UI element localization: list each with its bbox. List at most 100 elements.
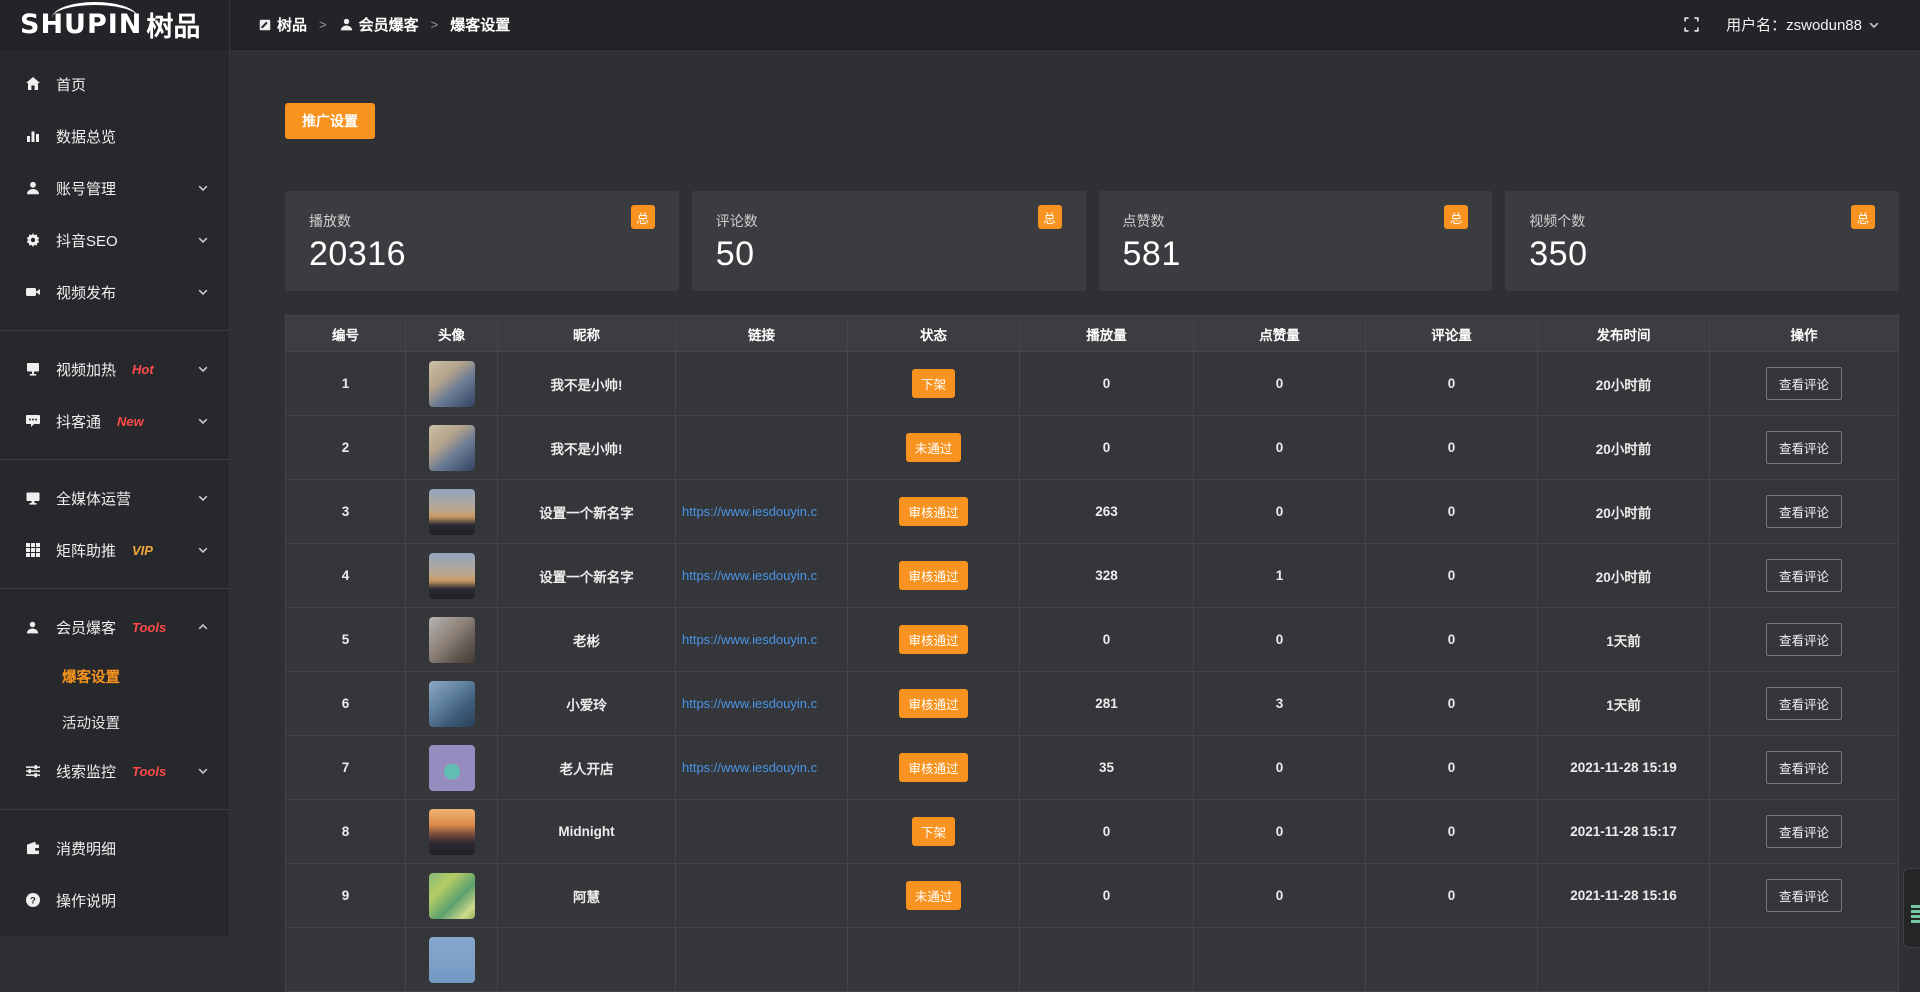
breadcrumb-item[interactable]: 爆客设置 [450, 14, 510, 35]
cell-comments: 0 [1366, 672, 1538, 736]
username-label: 用户名：zswodun88 [1726, 14, 1862, 35]
cell-comments: 0 [1366, 864, 1538, 928]
status-badge[interactable]: 下架 [912, 817, 955, 846]
cell-id: 7 [286, 736, 406, 800]
video-link[interactable]: https://www.iesdouyin.c [676, 568, 847, 583]
cell-status: 审核通过 [848, 672, 1020, 736]
status-badge[interactable]: 未通过 [906, 433, 962, 462]
cell-avatar [406, 416, 498, 480]
cell-likes: 0 [1194, 416, 1366, 480]
cell-action: 查看评论 [1710, 480, 1899, 544]
stat-card-value: 50 [716, 235, 1062, 274]
sidebar-item-会员爆客[interactable]: 会员爆客Tools [0, 601, 229, 653]
chevron-down-icon [197, 234, 209, 246]
cell-plays [1020, 928, 1194, 992]
view-comments-button[interactable]: 查看评论 [1766, 559, 1842, 592]
sidebar: 首页数据总览账号管理抖音SEO视频发布视频加热Hot抖客通New全媒体运营矩阵助… [0, 50, 230, 936]
promo-settings-button[interactable]: 推广设置 [285, 103, 375, 139]
status-badge[interactable]: 审核通过 [899, 497, 967, 526]
cell-time: 2021-11-28 15:17 [1538, 800, 1710, 864]
chat-icon [24, 413, 41, 429]
cell-nickname: 老人开店 [498, 736, 676, 800]
sidebar-item-矩阵助推[interactable]: 矩阵助推VIP [0, 524, 229, 576]
status-badge[interactable]: 下架 [912, 369, 955, 398]
cell-time: 2021-11-28 15:19 [1538, 736, 1710, 800]
status-badge[interactable]: 审核通过 [899, 689, 967, 718]
sidebar-divider [0, 809, 229, 810]
chevron-down-icon [197, 363, 209, 375]
sidebar-item-数据总览[interactable]: 数据总览 [0, 110, 229, 162]
sidebar-item-操作说明[interactable]: ? 操作说明 [0, 874, 229, 926]
sidebar-item-视频发布[interactable]: 视频发布 [0, 266, 229, 318]
sidebar-item-抖客通[interactable]: 抖客通New [0, 395, 229, 447]
cell-id: 5 [286, 608, 406, 672]
sidebar-item-label: 抖客通 [56, 411, 101, 432]
cell-likes: 0 [1194, 480, 1366, 544]
view-comments-button[interactable]: 查看评论 [1766, 751, 1842, 784]
view-comments-button[interactable]: 查看评论 [1766, 687, 1842, 720]
video-link[interactable]: https://www.iesdouyin.c [676, 696, 847, 711]
view-comments-button[interactable]: 查看评论 [1766, 879, 1842, 912]
cell-avatar [406, 672, 498, 736]
sidebar-item-抖音SEO[interactable]: 抖音SEO [0, 214, 229, 266]
cell-time: 20小时前 [1538, 416, 1710, 480]
cell-id: 6 [286, 672, 406, 736]
cell-action: 查看评论 [1710, 416, 1899, 480]
sidebar-item-首页[interactable]: 首页 [0, 58, 229, 110]
cell-avatar [406, 800, 498, 864]
status-badge[interactable]: 审核通过 [899, 561, 967, 590]
cell-plays: 263 [1020, 480, 1194, 544]
view-comments-button[interactable]: 查看评论 [1766, 431, 1842, 464]
status-badge[interactable]: 审核通过 [899, 753, 967, 782]
cell-plays: 281 [1020, 672, 1194, 736]
cell-avatar [406, 736, 498, 800]
view-comments-button[interactable]: 查看评论 [1766, 815, 1842, 848]
column-header-点赞量: 点赞量 [1194, 316, 1366, 352]
cell-likes: 0 [1194, 864, 1366, 928]
sidebar-submenu: 爆客设置活动设置 [0, 653, 229, 745]
sidebar-item-label: 矩阵助推 [56, 540, 116, 561]
sidebar-item-全媒体运营[interactable]: 全媒体运营 [0, 472, 229, 524]
sidebar-item-tag: Tools [132, 620, 166, 635]
breadcrumb-item[interactable]: 树品 [258, 14, 307, 35]
video-link[interactable]: https://www.iesdouyin.c [676, 632, 847, 647]
sidebar-item-label: 操作说明 [56, 890, 116, 911]
bar-chart-icon [24, 128, 41, 144]
grid-icon [24, 542, 41, 558]
username-menu[interactable]: 用户名：zswodun88 [1726, 14, 1880, 35]
video-link[interactable]: https://www.iesdouyin.c [676, 504, 847, 519]
column-header-操作: 操作 [1710, 316, 1899, 352]
sidebar-subitem-爆客设置[interactable]: 爆客设置 [0, 653, 229, 699]
sidebar-item-消费明细[interactable]: 消费明细 [0, 822, 229, 874]
cell-plays: 0 [1020, 800, 1194, 864]
topbar: SHUPIN 树品 树品>会员爆客>爆客设置 用户名：zswodun88 [0, 0, 1920, 50]
breadcrumb-item[interactable]: 会员爆客 [339, 14, 419, 35]
cell-time: 20小时前 [1538, 352, 1710, 416]
chevron-down-icon [197, 286, 209, 298]
avatar [429, 489, 475, 535]
cell-likes: 0 [1194, 352, 1366, 416]
breadcrumb-separator: > [431, 17, 439, 32]
cell-action [1710, 928, 1899, 992]
table-row: 1 我不是小帅! 下架 0 0 0 20小时前 查看评论 [286, 352, 1899, 416]
view-comments-button[interactable]: 查看评论 [1766, 367, 1842, 400]
table-header-row: 编号头像昵称链接状态播放量点赞量评论量发布时间操作 [286, 316, 1899, 352]
view-comments-button[interactable]: 查看评论 [1766, 495, 1842, 528]
status-badge[interactable]: 未通过 [906, 881, 962, 910]
view-comments-button[interactable]: 查看评论 [1766, 623, 1842, 656]
stripes-icon [1911, 905, 1920, 923]
svg-text:?: ? [30, 896, 36, 907]
fullscreen-icon[interactable] [1683, 16, 1700, 33]
sidebar-subitem-活动设置[interactable]: 活动设置 [0, 699, 229, 745]
sidebar-item-线索监控[interactable]: 线索监控Tools [0, 745, 229, 797]
stat-card: 播放数 20316 总 [285, 191, 679, 291]
table-row: 4 设置一个新名字 https://www.iesdouyin.c 审核通过 3… [286, 544, 1899, 608]
cell-status: 审核通过 [848, 608, 1020, 672]
table-row: 8 Midnight 下架 0 0 0 2021-11-28 15:17 查看评… [286, 800, 1899, 864]
cell-nickname: 小爱玲 [498, 672, 676, 736]
status-badge[interactable]: 审核通过 [899, 625, 967, 654]
cell-avatar [406, 480, 498, 544]
sidebar-item-视频加热[interactable]: 视频加热Hot [0, 343, 229, 395]
video-link[interactable]: https://www.iesdouyin.c [676, 760, 847, 775]
sidebar-item-账号管理[interactable]: 账号管理 [0, 162, 229, 214]
